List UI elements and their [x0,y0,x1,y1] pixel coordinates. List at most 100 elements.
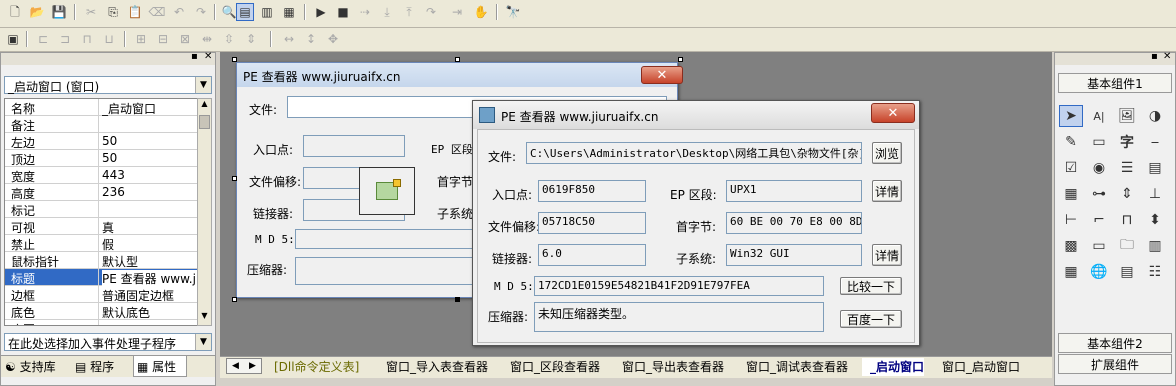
property-row[interactable]: 左边 50 [5,133,198,150]
event-select[interactable]: 在此处选择加入事件处理子程序 ▼ [4,333,212,351]
ep-field[interactable]: UPX1 [726,180,862,202]
doc-icon[interactable]: ▤ [1115,261,1139,283]
align-left-icon[interactable]: ⊏ [34,30,52,48]
center-h-icon[interactable]: ↔ [280,30,298,48]
close-icon[interactable]: ✕ [641,66,683,84]
first-byte-field[interactable]: 60 BE 00 70 E8 00 8D BE [726,212,862,234]
same-size-icon[interactable]: ⊠ [176,30,194,48]
line-icon[interactable]: ⎯ [1143,131,1167,153]
md5-field[interactable] [295,229,475,249]
debug-icon[interactable]: 🔭 [504,3,522,21]
resize-handle[interactable] [232,176,237,181]
align-center-icon[interactable]: ⊐ [56,30,74,48]
md5-field[interactable]: 172CD1E0159E54821B41F2D91E797FEA [534,276,824,296]
dir-icon[interactable]: 🗀 [1115,235,1139,257]
offset-field[interactable]: 05718C50 [538,212,646,234]
hand-icon[interactable]: ✋ [472,3,490,21]
step-over-icon[interactable]: ↷ [422,3,440,21]
spinner-icon[interactable]: ⬍ [1143,209,1167,231]
open-folder-icon[interactable]: 📂 [28,3,46,21]
property-row[interactable]: 备注 [5,116,198,133]
property-row-selected[interactable]: 标题 PE 查看器 www.ji [5,269,198,287]
scroll-right-icon[interactable]: ▶ [249,361,256,371]
hline-icon[interactable]: ⊢ [1059,209,1083,231]
resize-handle[interactable] [455,297,460,302]
stop-icon[interactable]: ■ [334,3,352,21]
slider-icon[interactable]: ⊶ [1087,183,1111,205]
list-icon[interactable]: ☷ [1143,261,1167,283]
tab-section-viewer[interactable]: 窗口_区段查看器 [502,358,600,376]
close-icon[interactable]: ✕ [204,51,212,62]
subsystem-field[interactable]: Win32 GUI [726,244,862,266]
scroll-up-icon[interactable]: ▲ [199,99,210,113]
compare-button[interactable]: 比较一下 [840,277,902,295]
listbox-icon[interactable]: ☰ [1115,157,1139,179]
packer-field[interactable] [295,257,475,285]
copy-icon[interactable]: ⎘ [104,3,122,21]
property-row[interactable]: 底色 默认底色 [5,303,198,320]
scroll-down-icon[interactable]: ▼ [199,311,210,325]
edit-icon[interactable]: ✎ [1059,131,1083,153]
checkbox-icon[interactable]: ☑ [1059,157,1083,179]
linker-field[interactable]: 6.0 [538,244,646,266]
scrollbar-icon[interactable]: ⇕ [1115,183,1139,205]
baidu-search-button[interactable]: 百度一下 [840,310,902,328]
char-icon[interactable]: 字 [1115,131,1139,153]
h-space-icon[interactable]: ⇹ [198,30,216,48]
basic-components-2-header[interactable]: 基本组件2 [1058,333,1172,353]
drive-icon[interactable]: ▭ [1087,235,1111,257]
spacing-icon[interactable]: ⇕ [242,30,260,48]
center-v-icon[interactable]: ↕ [302,30,320,48]
same-width-icon[interactable]: ⊞ [132,30,150,48]
property-row[interactable]: 高度 236 [5,184,198,201]
tab-startup-window-code[interactable]: 窗口_启动窗口 [934,358,1020,376]
shape-icon[interactable]: ◑ [1143,105,1167,127]
grid-toggle-icon[interactable]: ▣ [4,30,22,48]
property-row[interactable]: 边框 普通固定边框 [5,286,198,303]
run-to-cursor-icon[interactable]: ⇥ [448,3,466,21]
chevron-down-icon[interactable]: ▼ [195,334,211,350]
run-icon[interactable]: ▶ [312,3,330,21]
property-row[interactable]: 名称 _启动窗口 [5,99,198,116]
layout-1-icon[interactable]: ▤ [236,3,254,21]
same-height-icon[interactable]: ⊟ [154,30,172,48]
step-out-icon[interactable]: ⤒ [400,3,418,21]
property-row[interactable]: 宽度 443 [5,167,198,184]
chevron-down-icon[interactable]: ▼ [195,77,211,93]
align-bottom-icon[interactable]: ⊔ [100,30,118,48]
layout-3-icon[interactable]: ▦ [280,3,298,21]
pe-viewer-window[interactable]: PE 查看器 www.jiuruaifx.cn ✕ 文件: C:\Users\A… [472,100,920,346]
label-icon[interactable]: A| [1087,105,1111,127]
property-scrollbar[interactable]: ▲ ▼ [197,98,212,326]
property-row[interactable]: 鼠标指针 默认型 [5,252,198,269]
calendar-icon[interactable]: ▦ [1059,261,1083,283]
entry-field[interactable] [303,135,405,157]
divider-icon[interactable]: ⊥ [1143,183,1167,205]
scroll-left-icon[interactable]: ◀ [232,361,239,371]
combobox-icon[interactable]: ▤ [1143,157,1167,179]
pin-icon[interactable]: ▪ [191,51,198,62]
property-row[interactable]: 底图 [5,320,198,325]
resize-handle[interactable] [232,297,237,302]
tab-export-viewer[interactable]: 窗口_导出表查看器 [614,358,724,376]
save-icon[interactable]: 💾 [50,3,68,21]
paste-icon[interactable]: 📋 [126,3,144,21]
tab-properties[interactable]: ▦ 属性 [133,356,187,377]
property-row[interactable]: 顶边 50 [5,150,198,167]
tab-support-library[interactable]: ☯ 支持库 [5,358,56,376]
layout-2-icon[interactable]: ▥ [258,3,276,21]
cut-icon[interactable]: ✂ [82,3,100,21]
file-icon[interactable]: ▥ [1143,235,1167,257]
tab-startup-window[interactable]: _启动窗口 [862,358,925,376]
resize-handle[interactable] [678,57,683,62]
pin-icon[interactable]: ▪ [1151,51,1158,62]
tab-import-viewer[interactable]: 窗口_导入表查看器 [378,358,488,376]
property-row[interactable]: 可视真 [5,218,198,235]
drop-target[interactable] [359,167,415,215]
entry-field[interactable]: 0619F850 [538,180,646,202]
radio-icon[interactable]: ◉ [1087,157,1111,179]
undo-icon[interactable]: ↶ [170,3,188,21]
close-icon[interactable]: ✕ [1163,51,1171,62]
align-top-icon[interactable]: ⊓ [78,30,96,48]
new-file-icon[interactable]: 🗋 [6,3,24,21]
